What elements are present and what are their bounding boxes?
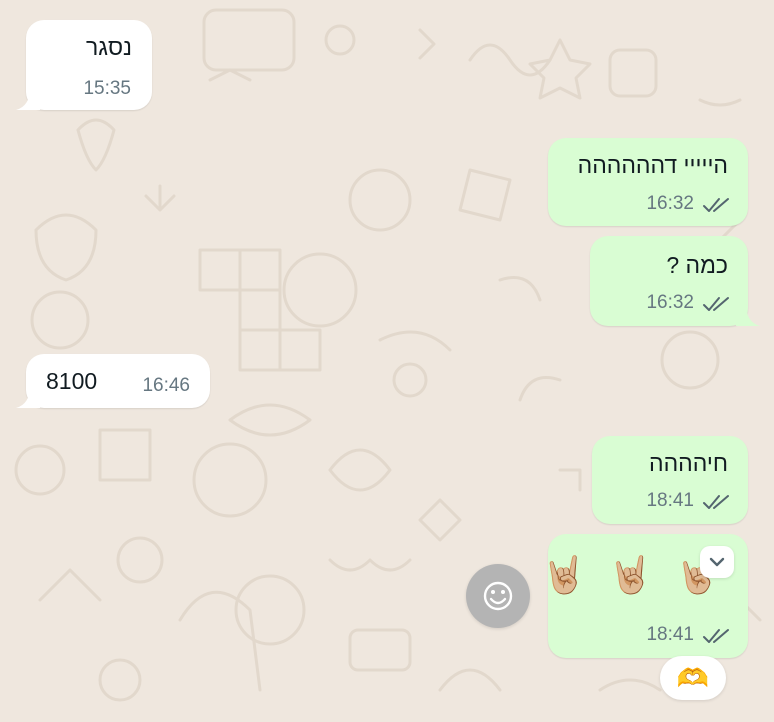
message-bubble-outgoing[interactable]: 🤘🏼 🤘🏼 🤘🏼 18:41 [542, 534, 748, 658]
message-timestamp: 18:41 [646, 490, 694, 511]
message-bubble-incoming[interactable]: נסגר 15:35 [16, 20, 152, 110]
message-text: 8100 [46, 368, 98, 394]
message-list: נסגר 15:35 הייייי דהההההה 16:32 כמה ? 16… [0, 0, 774, 722]
smiley-icon [483, 581, 513, 611]
message-reaction[interactable]: 🫶 [660, 656, 726, 700]
message-text: חיהההה [649, 450, 728, 476]
double-check-icon [703, 495, 729, 509]
double-check-icon [703, 198, 729, 212]
message-timestamp: 16:32 [646, 193, 694, 214]
message-bubble-outgoing[interactable]: חיהההה 18:41 [592, 436, 748, 524]
message-text: 🤘🏼 🤘🏼 🤘🏼 [541, 554, 726, 595]
message-timestamp: 16:46 [142, 375, 190, 396]
chevron-down-icon [709, 557, 725, 567]
bubble-tail [16, 88, 40, 110]
message-bubble-outgoing[interactable]: הייייי דהההההה 16:32 [548, 138, 748, 226]
message-menu-button[interactable] [700, 546, 734, 578]
message-timestamp: 16:32 [646, 292, 694, 313]
message-timestamp: 18:41 [646, 624, 694, 645]
message-text: הייייי דהההההה [577, 152, 728, 178]
react-button[interactable] [466, 564, 530, 628]
message-bubble-outgoing[interactable]: כמה ? 16:32 [590, 236, 760, 326]
double-check-icon [703, 297, 729, 311]
message-bubble-incoming[interactable]: 8100 16:46 [16, 354, 210, 408]
bubble-tail [16, 386, 40, 408]
message-text: כמה ? [666, 252, 728, 278]
message-timestamp: 15:35 [83, 78, 131, 99]
double-check-icon [703, 629, 729, 643]
message-text: נסגר [85, 34, 132, 60]
reaction-emoji: 🫶 [676, 663, 710, 693]
bubble-tail [736, 304, 760, 326]
